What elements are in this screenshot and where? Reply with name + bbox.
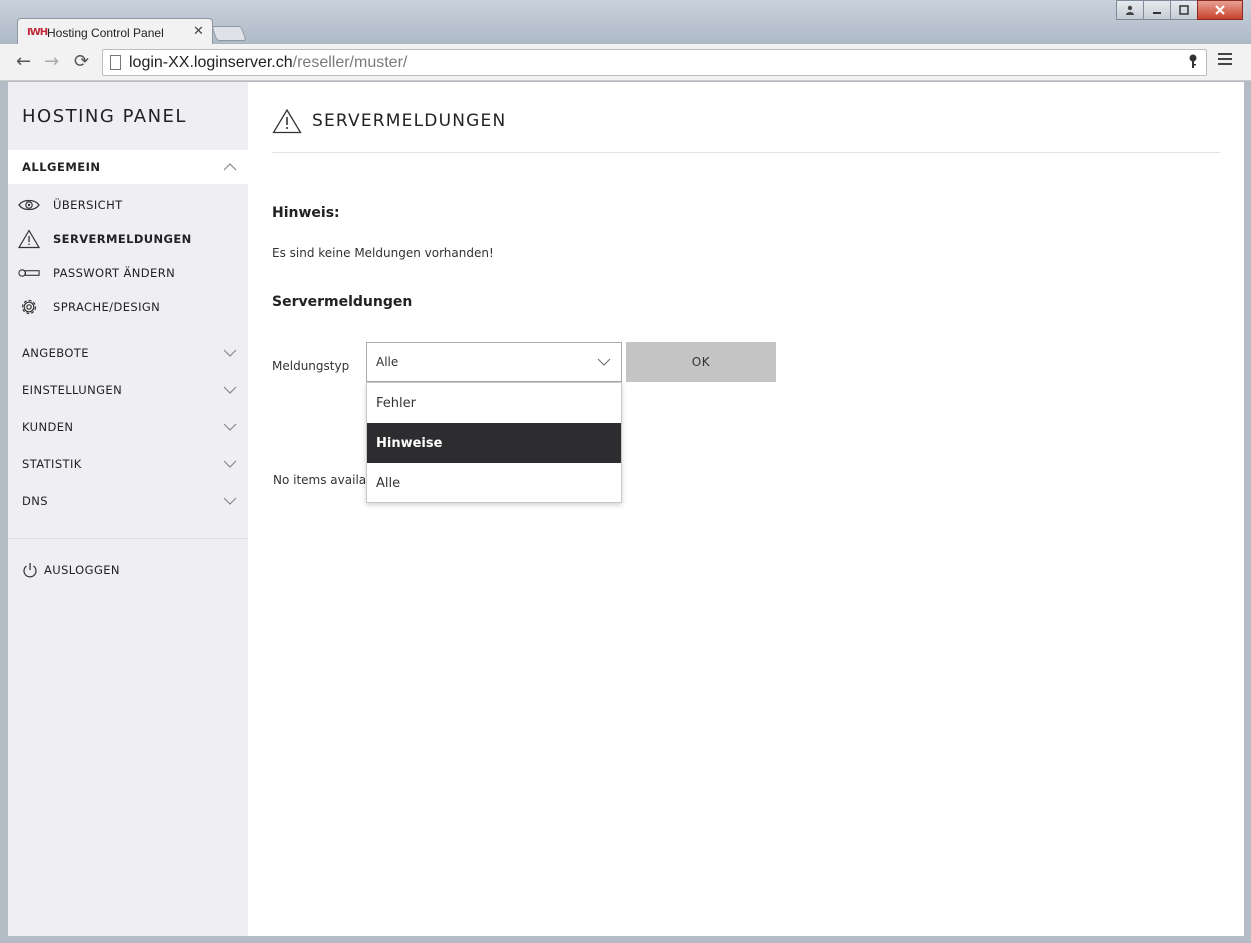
- reload-icon[interactable]: ⟳: [74, 52, 89, 72]
- group-label: EINSTELLUNGEN: [22, 383, 123, 397]
- sidebar-item-label: SPRACHE/DESIGN: [53, 300, 161, 314]
- main-content: SERVERMELDUNGEN Hinweis: Es sind keine M…: [248, 82, 1244, 936]
- group-label: KUNDEN: [22, 420, 74, 434]
- sidebar-item-servermeldungen[interactable]: SERVERMELDUNGEN: [8, 222, 248, 256]
- browser-toolbar: ← → ⟳ login-XX.loginserver.ch/reseller/m…: [0, 44, 1251, 81]
- sidebar-group-statistik[interactable]: STATISTIK: [8, 449, 248, 479]
- sidebar-item-passwort[interactable]: PASSWORT ÄNDERN: [8, 256, 248, 290]
- hinweis-heading: Hinweis:: [272, 205, 340, 221]
- meldungstyp-select[interactable]: Alle: [366, 342, 622, 382]
- new-tab-button[interactable]: [211, 26, 247, 41]
- sidebar-group-kunden[interactable]: KUNDEN: [8, 412, 248, 442]
- close-window-icon[interactable]: [1197, 0, 1243, 20]
- sidebar-item-uebersicht[interactable]: ÜBERSICHT: [8, 188, 248, 222]
- address-bar[interactable]: login-XX.loginserver.ch/reseller/muster/: [102, 49, 1207, 76]
- chevron-down-icon: [223, 423, 237, 431]
- sidebar-item-label: SERVERMELDUNGEN: [53, 232, 192, 246]
- page-header: SERVERMELDUNGEN: [272, 108, 506, 134]
- section-label: ALLGEMEIN: [22, 160, 101, 174]
- page-icon: [110, 55, 121, 70]
- brand-title: HOSTING PANEL: [22, 106, 187, 127]
- minimize-icon[interactable]: [1143, 0, 1171, 20]
- servermeldungen-heading: Servermeldungen: [272, 294, 413, 310]
- sidebar-item-sprache[interactable]: SPRACHE/DESIGN: [8, 290, 248, 324]
- chevron-down-icon: [223, 460, 237, 468]
- ok-button[interactable]: OK: [626, 342, 776, 382]
- url-path: /reseller/muster/: [292, 54, 408, 71]
- user-icon[interactable]: [1116, 0, 1144, 20]
- warning-icon: [18, 229, 40, 249]
- key-icon[interactable]: [1188, 54, 1198, 73]
- url-text: login-XX.loginserver.ch/reseller/muster/: [129, 54, 407, 72]
- eye-icon: [18, 195, 40, 215]
- group-label: DNS: [22, 494, 48, 508]
- chevron-down-icon: [223, 497, 237, 505]
- group-label: STATISTIK: [22, 457, 82, 471]
- chevron-down-icon: [223, 386, 237, 394]
- page-viewport: HOSTING PANEL ALLGEMEIN ÜBERSICHT SERVER…: [8, 82, 1244, 936]
- maximize-icon[interactable]: [1170, 0, 1198, 20]
- sidebar: HOSTING PANEL ALLGEMEIN ÜBERSICHT SERVER…: [8, 82, 248, 936]
- back-icon[interactable]: ←: [16, 52, 31, 72]
- gear-icon: [18, 297, 40, 317]
- chevron-up-icon: [223, 163, 237, 171]
- option-fehler[interactable]: Fehler: [367, 383, 621, 423]
- empty-state-text: No items availal: [273, 473, 370, 487]
- page-title: SERVERMELDUNGEN: [312, 111, 507, 131]
- tab-close-icon[interactable]: ✕: [193, 24, 204, 39]
- group-label: ANGEBOTE: [22, 346, 89, 360]
- section-allgemein[interactable]: ALLGEMEIN: [8, 150, 248, 184]
- sidebar-divider: [8, 538, 248, 539]
- sidebar-item-label: PASSWORT ÄNDERN: [53, 266, 176, 280]
- sidebar-item-label: ÜBERSICHT: [53, 198, 123, 212]
- title-bar: IWH Hosting Control Panel ✕: [0, 0, 1251, 45]
- chevron-down-icon: [223, 349, 237, 357]
- option-hinweise[interactable]: Hinweise: [367, 423, 621, 463]
- warning-icon: [272, 108, 302, 134]
- tab-title: Hosting Control Panel: [47, 26, 164, 40]
- menu-icon[interactable]: [1218, 53, 1232, 68]
- key-icon: [18, 263, 40, 283]
- option-label: Hinweise: [376, 435, 443, 451]
- meldungstyp-label: Meldungstyp: [272, 359, 350, 373]
- select-value: Alle: [376, 355, 399, 369]
- option-label: Alle: [376, 475, 401, 491]
- browser-window: IWH Hosting Control Panel ✕ ← → ⟳ login-…: [0, 0, 1251, 943]
- option-label: Fehler: [376, 395, 416, 411]
- logout-button[interactable]: AUSLOGGEN: [22, 560, 120, 580]
- chevron-down-icon: [597, 358, 611, 366]
- sidebar-group-einstellungen[interactable]: EINSTELLUNGEN: [8, 375, 248, 405]
- hinweis-message: Es sind keine Meldungen vorhanden!: [272, 246, 494, 260]
- window-controls: [1116, 0, 1243, 21]
- sidebar-group-angebote[interactable]: ANGEBOTE: [8, 338, 248, 368]
- forward-icon[interactable]: →: [44, 52, 59, 72]
- meldungstyp-dropdown: Fehler Hinweise Alle: [366, 382, 622, 503]
- url-host: login-XX.loginserver.ch: [129, 54, 293, 71]
- logout-label: AUSLOGGEN: [44, 563, 120, 577]
- power-icon: [23, 562, 37, 577]
- option-alle[interactable]: Alle: [367, 463, 621, 503]
- sidebar-group-dns[interactable]: DNS: [8, 486, 248, 516]
- header-divider: [272, 152, 1220, 153]
- favicon-icon: IWH: [27, 27, 48, 38]
- browser-tab[interactable]: IWH Hosting Control Panel ✕: [17, 18, 213, 45]
